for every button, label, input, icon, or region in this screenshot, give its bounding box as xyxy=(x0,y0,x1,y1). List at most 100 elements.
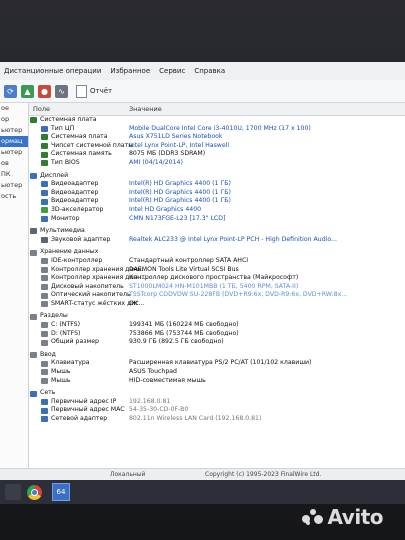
user-icon[interactable]: ● xyxy=(38,84,51,98)
aida64-taskbar-label: 64 xyxy=(56,488,66,496)
property-label-text: Тип BIOS xyxy=(51,158,80,166)
chart-icon[interactable]: ▲ xyxy=(21,84,34,98)
property-value[interactable]: Mobile DualCore Intel Core i3-4010U, 170… xyxy=(129,125,405,134)
property-row[interactable]: Видеоадаптер Intel(R) HD Graphics 4400 (1… xyxy=(29,189,405,198)
property-row[interactable]: Мышь ASUS Touchpad xyxy=(29,368,405,377)
property-value[interactable]: Intel Lynx Point-LP, Intel Haswell xyxy=(129,142,405,151)
property-value[interactable]: AMI (04/14/2014) xyxy=(129,159,405,168)
property-label-text: Системная память xyxy=(51,150,112,158)
property-value: DAEMON Tools Lite Virtual SCSI Bus xyxy=(129,265,239,273)
property-row[interactable]: IDE-контроллер Стандартный контроллер SAT… xyxy=(29,257,405,266)
tree-item[interactable]: ьютер xyxy=(0,147,28,158)
section-title: Разделы xyxy=(30,312,68,321)
property-value[interactable]: CMN N173FGE-L23 [17.3" LCD] xyxy=(129,215,405,224)
tree-item[interactable]: ьютер xyxy=(0,180,28,191)
section-header[interactable]: Хранение данных xyxy=(29,248,405,257)
graph-icon[interactable]: ∿ xyxy=(55,84,68,98)
property-label-text: Системная плата xyxy=(51,133,108,141)
property-row[interactable]: D: (NTFS) 753866 МБ (753744 МБ свободно) xyxy=(29,330,405,339)
navigation-tree[interactable]: ое ор ьютер ормац ьютер ов ПК ьютер ость xyxy=(0,103,29,480)
device-icon xyxy=(41,190,48,197)
property-row[interactable]: Видеоадаптер Intel(R) HD Graphics 4400 (1… xyxy=(29,180,405,189)
property-row[interactable]: Общий размер 930.9 ГБ (892.5 ГБ свободно) xyxy=(29,338,405,347)
column-value[interactable]: Значение xyxy=(129,105,162,113)
device-icon xyxy=(41,322,48,329)
menu-favorites[interactable]: Избранное xyxy=(110,67,150,75)
property-row[interactable]: Системная память 8075 МБ (DDR3 SDRAM) xyxy=(29,150,405,159)
property-value[interactable]: Intel(R) HD Graphics 4400 (1 ГБ) xyxy=(129,197,405,206)
section-icon xyxy=(30,352,37,359)
refresh-icon[interactable]: ⟳ xyxy=(4,84,17,98)
property-label-text: D: (NTFS) xyxy=(51,329,81,337)
start-button[interactable] xyxy=(5,484,21,500)
property-row[interactable]: Системная плата Asus X751LD Series Notebo… xyxy=(29,133,405,142)
property-row[interactable]: Первичный адрес MAC 54-35-30-CD-0F-B0 xyxy=(29,406,405,415)
property-row[interactable]: 3D-акселератор Intel HD Graphics 4400 xyxy=(29,206,405,215)
tree-item[interactable]: ость xyxy=(0,191,28,202)
property-row[interactable]: Тип ЦП Mobile DualCore Intel Core i3-4010… xyxy=(29,125,405,134)
property-value: HID-совместимая мышь xyxy=(129,376,206,384)
device-icon xyxy=(41,399,48,406)
menu-help[interactable]: Справка xyxy=(194,67,225,75)
menu-service[interactable]: Сервис xyxy=(159,67,185,75)
property-row[interactable]: C: (NTFS) 199341 МБ (160224 МБ свободно) xyxy=(29,321,405,330)
property-value[interactable]: Intel HD Graphics 4400 xyxy=(129,206,405,215)
chrome-icon[interactable] xyxy=(27,484,42,500)
property-row[interactable]: Оптический накопитель TSSTcorp CDDVDW SU-… xyxy=(29,291,405,300)
property-label-text: Клавиатура xyxy=(51,359,90,367)
property-value: Контроллер дискового пространства (Майкр… xyxy=(129,274,299,282)
tree-item-selected[interactable]: ормац xyxy=(0,136,28,147)
property-label: Видеоадаптер xyxy=(41,189,98,198)
device-icon xyxy=(41,198,48,205)
section-header[interactable]: Дисплей xyxy=(29,172,405,181)
property-label-text: Видеоадаптер xyxy=(51,197,99,205)
tree-item[interactable]: ПК xyxy=(0,169,28,180)
property-label: D: (NTFS) xyxy=(41,330,80,339)
property-row[interactable]: Видеоадаптер Intel(R) HD Graphics 4400 (1… xyxy=(29,197,405,206)
section-header[interactable]: Сеть xyxy=(29,389,405,398)
column-field[interactable]: Поле xyxy=(33,105,50,113)
property-row[interactable]: Звуковой адаптер Realtek ALC233 @ Intel L… xyxy=(29,236,405,245)
device-icon xyxy=(41,283,48,290)
property-label: Видеоадаптер xyxy=(41,197,98,206)
property-row[interactable]: Контроллер хранения данн... DAEMON Tools … xyxy=(29,266,405,275)
property-row[interactable]: Сетевой адаптер 802.11n Wireless LAN Card… xyxy=(29,415,405,424)
device-icon xyxy=(41,125,48,132)
section-header[interactable]: Системная плата xyxy=(29,116,405,125)
property-row[interactable]: Дисковый накопитель ST1000LM024 HN-M101MB… xyxy=(29,283,405,292)
tree-item[interactable]: ьютер xyxy=(0,125,28,136)
section-header[interactable]: Ввод xyxy=(29,351,405,360)
report-button[interactable]: Отчёт xyxy=(76,84,112,98)
aida64-taskbar-icon[interactable]: 64 xyxy=(52,483,70,501)
device-icon xyxy=(41,301,48,308)
property-label: Общий размер xyxy=(41,338,99,347)
property-value[interactable]: Intel(R) HD Graphics 4400 (1 ГБ) xyxy=(129,189,405,198)
device-icon xyxy=(41,258,48,265)
property-row[interactable]: Монитор CMN N173FGE-L23 [17.3" LCD] xyxy=(29,215,405,224)
property-row[interactable]: Тип BIOS AMI (04/14/2014) xyxy=(29,159,405,168)
property-row[interactable]: SMART-статус жёстких дис... OK xyxy=(29,300,405,309)
property-row[interactable]: Чипсет системной платы Intel Lynx Point-L… xyxy=(29,142,405,151)
property-label-text: C: (NTFS) xyxy=(51,321,80,329)
property-value[interactable]: Intel(R) HD Graphics 4400 (1 ГБ) xyxy=(129,180,405,189)
property-value[interactable]: Asus X751LD Series Notebook xyxy=(129,133,405,142)
property-value: 192.168.0.81 xyxy=(129,397,171,405)
section-header[interactable]: Мультимедиа xyxy=(29,227,405,236)
property-row[interactable]: Контроллер хранения данн... Контроллер ди… xyxy=(29,274,405,283)
property-row[interactable]: Мышь HID-совместимая мышь xyxy=(29,377,405,386)
tree-item[interactable]: ов xyxy=(0,158,28,169)
aida64-window: Дистанционные операции Избранное Сервис … xyxy=(0,62,405,480)
device-icon xyxy=(41,369,48,376)
property-label: Тип BIOS xyxy=(41,159,80,168)
property-value[interactable]: Realtek ALC233 @ Intel Lynx Point-LP PCH… xyxy=(129,236,405,245)
tree-item[interactable]: ор xyxy=(0,114,28,125)
property-label: Системная плата xyxy=(41,133,108,142)
section-header[interactable]: Разделы xyxy=(29,312,405,321)
section-title-text: Мультимедиа xyxy=(40,227,85,235)
property-row[interactable]: Клавиатура Расширенная клавиатура PS/2 PC… xyxy=(29,359,405,368)
device-icon xyxy=(41,207,48,214)
device-icon xyxy=(41,275,48,282)
section-title: Мультимедиа xyxy=(30,227,85,236)
tree-item[interactable]: ое xyxy=(0,103,28,114)
menu-remote[interactable]: Дистанционные операции xyxy=(4,67,101,75)
